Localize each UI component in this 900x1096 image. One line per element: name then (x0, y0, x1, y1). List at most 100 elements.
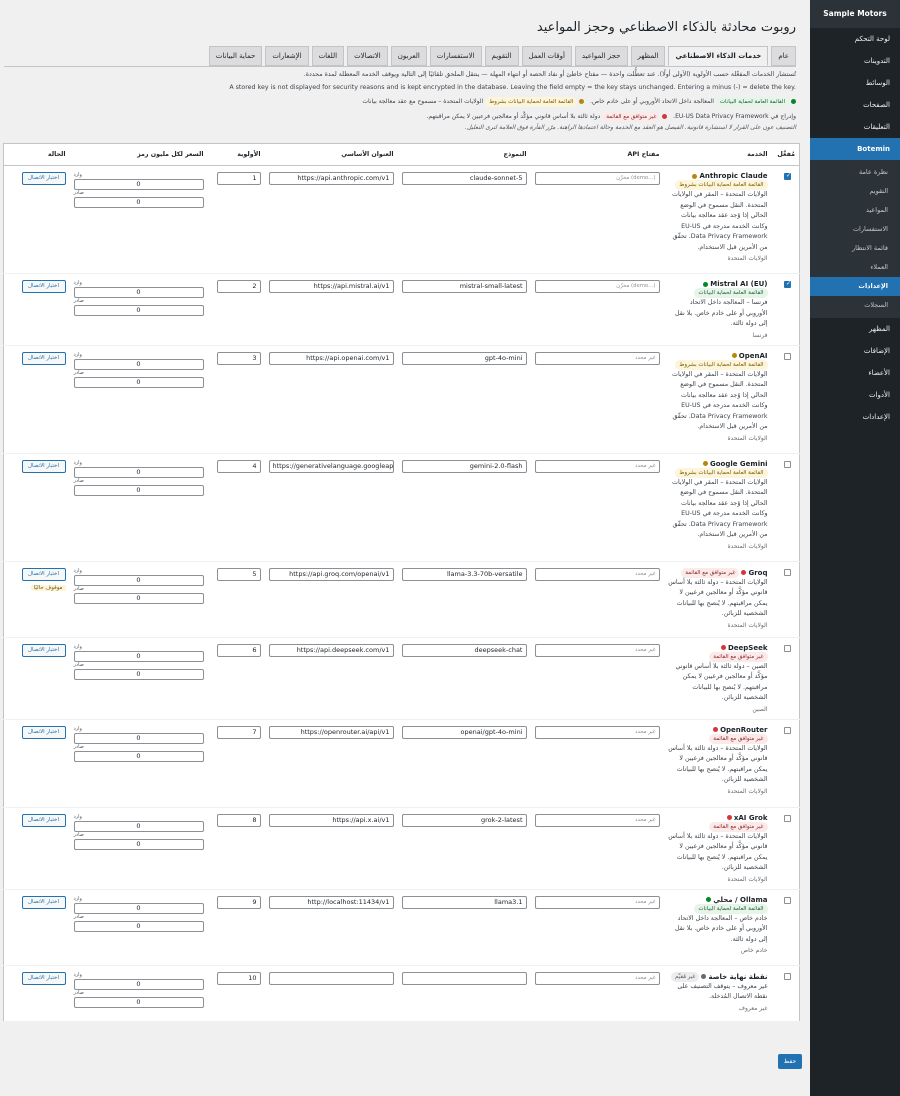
enabled-checkbox[interactable] (784, 972, 791, 980)
test-connection-button[interactable]: اختبار الاتصال (21, 971, 66, 985)
test-connection-button[interactable]: اختبار الاتصال (21, 172, 66, 185)
price-in-input[interactable]: 0 (73, 574, 204, 586)
enabled-checkbox[interactable] (784, 460, 791, 468)
tab[interactable]: الاستفسارات (429, 46, 482, 66)
api-key-input[interactable]: (…demo) مخزّن (534, 280, 660, 293)
menu-item[interactable]: الإضافات (810, 340, 900, 362)
priority-input[interactable]: 8 (216, 813, 261, 827)
price-in-input[interactable]: 0 (73, 179, 204, 190)
model-input[interactable]: gemini-2.0-flash (401, 459, 527, 473)
api-key-input[interactable]: غير محدد (534, 567, 660, 581)
priority-input[interactable]: 7 (216, 725, 261, 739)
base-url-input[interactable]: https://api.deepseek.com/v1 (268, 643, 394, 657)
api-key-input[interactable]: غير محدد (534, 459, 660, 473)
menu-item[interactable]: الأدوات (810, 384, 900, 406)
tab[interactable]: حماية البيانات (208, 46, 263, 66)
menu-item[interactable]: الوسائط (810, 72, 900, 94)
price-out-input[interactable]: 0 (73, 592, 204, 604)
menu-item[interactable]: التعليقات (810, 116, 900, 138)
menu-item[interactable]: الأعضاء (810, 362, 900, 384)
tab[interactable]: المظهر (630, 46, 666, 66)
model-input[interactable]: llama3.1 (401, 895, 527, 909)
base-url-input[interactable]: https://api.openai.com/v1 (268, 351, 394, 365)
test-connection-button[interactable]: اختبار الاتصال (21, 643, 66, 657)
model-input[interactable]: gpt-4o-mini (401, 351, 527, 365)
test-connection-button[interactable]: اختبار الاتصال (21, 280, 66, 293)
price-in-input[interactable]: 0 (73, 978, 204, 990)
enabled-checkbox[interactable] (784, 814, 791, 822)
api-key-input[interactable]: غير محدد (534, 643, 660, 657)
model-input[interactable]: claude-sonnet-5 (401, 172, 527, 185)
menu-item[interactable]: لوحة التحكم (810, 28, 900, 50)
test-connection-button[interactable]: اختبار الاتصال (21, 567, 66, 581)
submenu-item[interactable]: التقويم (810, 182, 900, 201)
price-out-input[interactable]: 0 (73, 484, 204, 496)
price-out-input[interactable]: 0 (73, 996, 204, 1008)
model-input[interactable]: mistral-small-latest (401, 280, 527, 293)
base-url-input[interactable]: https://openrouter.ai/api/v1 (268, 725, 394, 739)
priority-input[interactable]: 2 (216, 280, 261, 293)
enabled-checkbox[interactable] (784, 726, 791, 734)
submenu-item[interactable]: نظرة عامة (810, 163, 900, 182)
submenu-item[interactable]: الإعدادات (810, 277, 900, 296)
priority-input[interactable]: 1 (216, 172, 261, 185)
priority-input[interactable]: 4 (216, 459, 261, 473)
price-out-input[interactable]: 0 (73, 838, 204, 850)
model-input[interactable]: grok-2-latest (401, 813, 527, 827)
base-url-input[interactable]: https://api.groq.com/openai/v1 (268, 567, 394, 581)
price-in-input[interactable]: 0 (73, 820, 204, 832)
tab[interactable]: الإشعارات (265, 46, 309, 66)
submenu-item[interactable]: السجلات (810, 296, 900, 315)
price-out-input[interactable]: 0 (73, 197, 204, 208)
priority-input[interactable]: 9 (216, 895, 261, 909)
model-input[interactable]: openai/gpt-4o-mini (401, 725, 527, 739)
test-connection-button[interactable]: اختبار الاتصال (21, 459, 66, 473)
priority-input[interactable]: 10 (216, 971, 261, 985)
priority-input[interactable]: 5 (216, 567, 261, 581)
enabled-checkbox[interactable] (784, 280, 791, 288)
api-key-input[interactable]: غير محدد (534, 971, 660, 985)
tab[interactable]: عام (771, 46, 796, 66)
price-out-input[interactable]: 0 (73, 376, 204, 388)
submenu-item[interactable]: العملاء (810, 258, 900, 277)
price-out-input[interactable]: 0 (73, 305, 204, 316)
base-url-input[interactable] (268, 971, 394, 985)
api-key-input[interactable]: غير محدد (534, 895, 660, 909)
model-input[interactable] (401, 971, 527, 985)
enabled-checkbox[interactable] (784, 568, 791, 576)
price-in-input[interactable]: 0 (73, 650, 204, 662)
menu-item[interactable]: الإعدادات (810, 406, 900, 428)
api-key-input[interactable]: غير محدد (534, 725, 660, 739)
tab[interactable]: الاتصالات (347, 46, 388, 66)
enabled-checkbox[interactable] (784, 896, 791, 904)
menu-item[interactable]: التدوينات (810, 50, 900, 72)
base-url-input[interactable]: https://generativelanguage.googleapis.co… (268, 459, 394, 473)
menu-item[interactable]: الصفحات (810, 94, 900, 116)
menu-item[interactable]: المظهر (810, 318, 900, 340)
test-connection-button[interactable]: اختبار الاتصال (21, 895, 66, 909)
enabled-checkbox[interactable] (784, 172, 791, 180)
submenu-item[interactable]: قائمة الانتظار (810, 239, 900, 258)
tab[interactable]: أوقات العمل (521, 46, 572, 66)
price-out-input[interactable]: 0 (73, 750, 204, 762)
tab[interactable]: التقويم (484, 46, 519, 66)
price-out-input[interactable]: 0 (73, 668, 204, 680)
price-in-input[interactable]: 0 (73, 466, 204, 478)
test-connection-button[interactable]: اختبار الاتصال (21, 351, 66, 365)
price-in-input[interactable]: 0 (73, 287, 204, 298)
tab[interactable]: اللغات (311, 46, 345, 66)
base-url-input[interactable]: https://api.anthropic.com/v1 (268, 172, 394, 185)
price-in-input[interactable]: 0 (73, 358, 204, 370)
save-button[interactable]: حفظ (778, 1054, 802, 1069)
price-in-input[interactable]: 0 (73, 732, 204, 744)
api-key-input[interactable]: غير محدد (534, 351, 660, 365)
menu-item-botemin[interactable]: Botemin (810, 138, 900, 160)
base-url-input[interactable]: https://api.x.ai/v1 (268, 813, 394, 827)
submenu-item[interactable]: المواعيد (810, 201, 900, 220)
enabled-checkbox[interactable] (784, 352, 791, 360)
priority-input[interactable]: 6 (216, 643, 261, 657)
tab[interactable]: العربون (390, 46, 427, 66)
base-url-input[interactable]: https://api.mistral.ai/v1 (268, 280, 394, 293)
submenu-item[interactable]: الاستفسارات (810, 220, 900, 239)
tab[interactable]: حجز المواعيد (574, 46, 628, 66)
